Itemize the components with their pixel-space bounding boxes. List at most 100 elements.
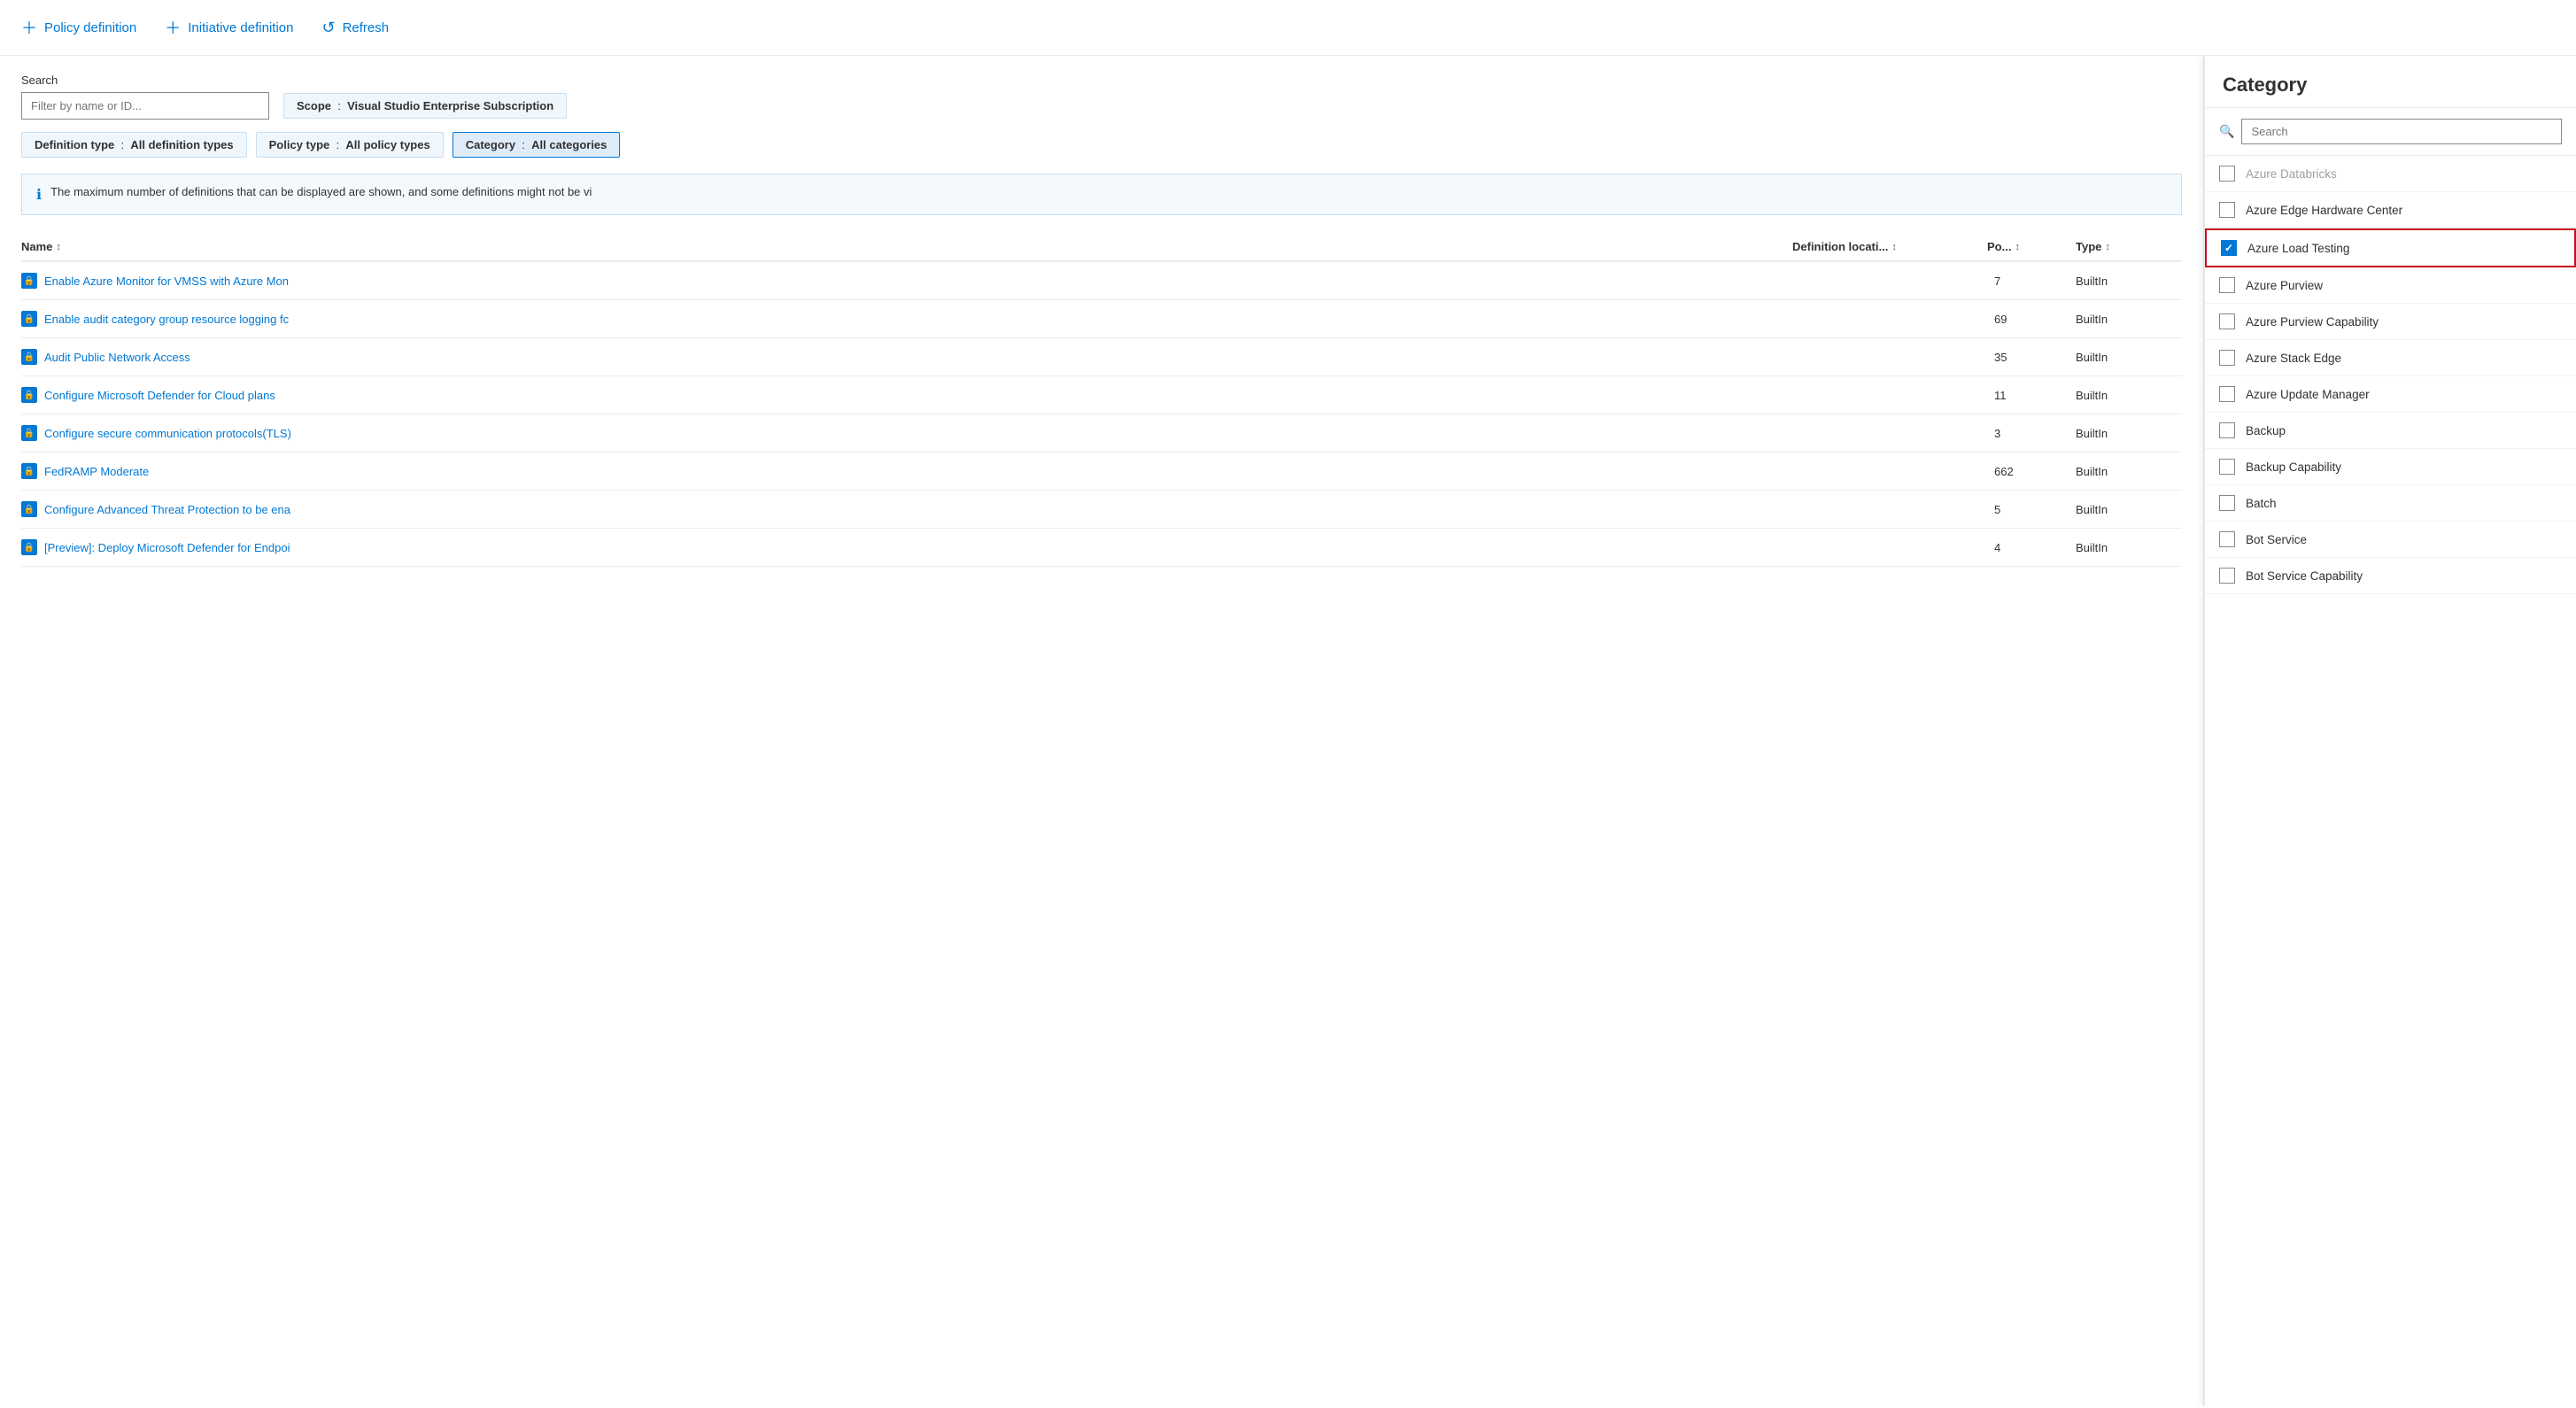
refresh-icon: ↺ — [321, 19, 335, 37]
info-icon: ℹ — [36, 186, 42, 204]
category-panel: Category 🔍 Azure DatabricksAzure Edge Ha… — [2204, 56, 2576, 1406]
row-name-7[interactable]: 🔒 [Preview]: Deploy Microsoft Defender f… — [21, 539, 1792, 555]
col-name[interactable]: Name ↕ — [21, 240, 1792, 253]
category-item-10[interactable]: Bot Service — [2205, 522, 2576, 558]
category-checkbox-5[interactable] — [2219, 350, 2235, 366]
policy-definition-label: Policy definition — [44, 20, 136, 35]
category-checkbox-10[interactable] — [2219, 531, 2235, 547]
left-panel: Search Scope : Visual Studio Enterprise … — [0, 56, 2204, 1406]
category-list[interactable]: Azure Databricks Azure Edge Hardware Cent… — [2205, 156, 2576, 1406]
category-checkbox-8[interactable] — [2219, 459, 2235, 475]
scope-badge[interactable]: Scope : Visual Studio Enterprise Subscri… — [283, 93, 567, 119]
category-checkbox-11[interactable] — [2219, 568, 2235, 584]
row-name-text-6: Configure Advanced Threat Protection to … — [44, 503, 290, 516]
category-label-5: Azure Stack Edge — [2246, 352, 2341, 365]
col-location[interactable]: Definition locati... ↕ — [1792, 240, 1987, 253]
definition-type-filter[interactable]: Definition type : All definition types — [21, 132, 247, 158]
row-name-4[interactable]: 🔒 Configure secure communication protoco… — [21, 425, 1792, 441]
category-search-input[interactable] — [2241, 119, 2562, 144]
category-checkbox-7[interactable] — [2219, 422, 2235, 438]
policy-icon-2: 🔒 — [21, 349, 37, 365]
category-item-0[interactable]: Azure Databricks — [2205, 156, 2576, 192]
category-item-2[interactable]: Azure Load Testing — [2205, 228, 2576, 267]
category-checkbox-4[interactable] — [2219, 313, 2235, 329]
category-label-11: Bot Service Capability — [2246, 569, 2363, 583]
row-name-6[interactable]: 🔒 Configure Advanced Threat Protection t… — [21, 501, 1792, 517]
category-label-10: Bot Service — [2246, 533, 2307, 546]
table-row[interactable]: 🔒 [Preview]: Deploy Microsoft Defender f… — [21, 529, 2182, 567]
policy-type-label: Policy type — [269, 138, 330, 151]
category-filter-value: All categories — [531, 138, 607, 151]
col-policies-label: Po... — [1987, 240, 2011, 253]
col-policies[interactable]: Po... ↕ — [1987, 240, 2076, 253]
filters-row: Definition type : All definition types P… — [21, 132, 2182, 158]
search-input[interactable] — [21, 92, 269, 120]
row-type-5: BuiltIn — [2076, 465, 2182, 478]
category-label-0: Azure Databricks — [2246, 167, 2337, 181]
col-type-label: Type — [2076, 240, 2101, 253]
category-item-1[interactable]: Azure Edge Hardware Center — [2205, 192, 2576, 228]
category-filter[interactable]: Category : All categories — [453, 132, 621, 158]
category-item-6[interactable]: Azure Update Manager — [2205, 376, 2576, 413]
category-item-7[interactable]: Backup — [2205, 413, 2576, 449]
table-row[interactable]: 🔒 Enable audit category group resource l… — [21, 300, 2182, 338]
row-name-text-2: Audit Public Network Access — [44, 351, 190, 364]
row-name-text-4: Configure secure communication protocols… — [44, 427, 291, 440]
category-item-4[interactable]: Azure Purview Capability — [2205, 304, 2576, 340]
policy-definition-button[interactable]: ＋ Policy definition — [21, 16, 136, 39]
row-policies-2: 35 — [1987, 351, 2076, 364]
col-location-label: Definition locati... — [1792, 240, 1888, 253]
category-item-9[interactable]: Batch — [2205, 485, 2576, 522]
sort-name-icon: ↕ — [56, 242, 61, 252]
category-item-11[interactable]: Bot Service Capability — [2205, 558, 2576, 594]
col-type[interactable]: Type ↕ — [2076, 240, 2182, 253]
category-filter-label: Category — [466, 138, 515, 151]
row-type-1: BuiltIn — [2076, 313, 2182, 326]
plus-icon: ＋ — [21, 16, 37, 39]
main-area: Search Scope : Visual Studio Enterprise … — [0, 56, 2576, 1406]
refresh-button[interactable]: ↺ Refresh — [321, 19, 389, 37]
table-header: Name ↕ Definition locati... ↕ Po... ↕ Ty… — [21, 233, 2182, 262]
row-name-2[interactable]: 🔒 Audit Public Network Access — [21, 349, 1792, 365]
category-checkbox-1[interactable] — [2219, 202, 2235, 218]
category-panel-title: Category — [2205, 56, 2576, 108]
policy-type-filter[interactable]: Policy type : All policy types — [256, 132, 444, 158]
category-item-8[interactable]: Backup Capability — [2205, 449, 2576, 485]
category-item-5[interactable]: Azure Stack Edge — [2205, 340, 2576, 376]
category-checkbox-2[interactable] — [2221, 240, 2237, 256]
policy-icon-0: 🔒 — [21, 273, 37, 289]
policy-type-value: All policy types — [345, 138, 429, 151]
policy-icon-5: 🔒 — [21, 463, 37, 479]
row-name-text-5: FedRAMP Moderate — [44, 465, 149, 478]
sort-type-icon: ↕ — [2105, 242, 2110, 252]
category-label-8: Backup Capability — [2246, 460, 2341, 474]
plus-icon-2: ＋ — [165, 16, 181, 39]
category-label-2: Azure Load Testing — [2247, 242, 2349, 255]
table-row[interactable]: 🔒 Configure Microsoft Defender for Cloud… — [21, 376, 2182, 414]
row-name-3[interactable]: 🔒 Configure Microsoft Defender for Cloud… — [21, 387, 1792, 403]
table-row[interactable]: 🔒 Configure Advanced Threat Protection t… — [21, 491, 2182, 529]
definition-type-label: Definition type — [35, 138, 114, 151]
search-row: Scope : Visual Studio Enterprise Subscri… — [21, 92, 2182, 120]
category-label-1: Azure Edge Hardware Center — [2246, 204, 2402, 217]
category-checkbox-0[interactable] — [2219, 166, 2235, 182]
table-row[interactable]: 🔒 Audit Public Network Access 35 BuiltIn — [21, 338, 2182, 376]
row-name-1[interactable]: 🔒 Enable audit category group resource l… — [21, 311, 1792, 327]
category-checkbox-3[interactable] — [2219, 277, 2235, 293]
row-type-2: BuiltIn — [2076, 351, 2182, 364]
table-row[interactable]: 🔒 FedRAMP Moderate 662 BuiltIn — [21, 453, 2182, 491]
policy-icon-3: 🔒 — [21, 387, 37, 403]
table-row[interactable]: 🔒 Configure secure communication protoco… — [21, 414, 2182, 453]
row-name-0[interactable]: 🔒 Enable Azure Monitor for VMSS with Azu… — [21, 273, 1792, 289]
category-checkbox-9[interactable] — [2219, 495, 2235, 511]
table-row[interactable]: 🔒 Enable Azure Monitor for VMSS with Azu… — [21, 262, 2182, 300]
category-label-7: Backup — [2246, 424, 2286, 437]
row-name-5[interactable]: 🔒 FedRAMP Moderate — [21, 463, 1792, 479]
row-name-text-0: Enable Azure Monitor for VMSS with Azure… — [44, 275, 289, 288]
initiative-definition-button[interactable]: ＋ Initiative definition — [165, 16, 293, 39]
row-policies-6: 5 — [1987, 503, 2076, 516]
category-checkbox-6[interactable] — [2219, 386, 2235, 402]
category-item-3[interactable]: Azure Purview — [2205, 267, 2576, 304]
row-type-0: BuiltIn — [2076, 275, 2182, 288]
row-policies-1: 69 — [1987, 313, 2076, 326]
